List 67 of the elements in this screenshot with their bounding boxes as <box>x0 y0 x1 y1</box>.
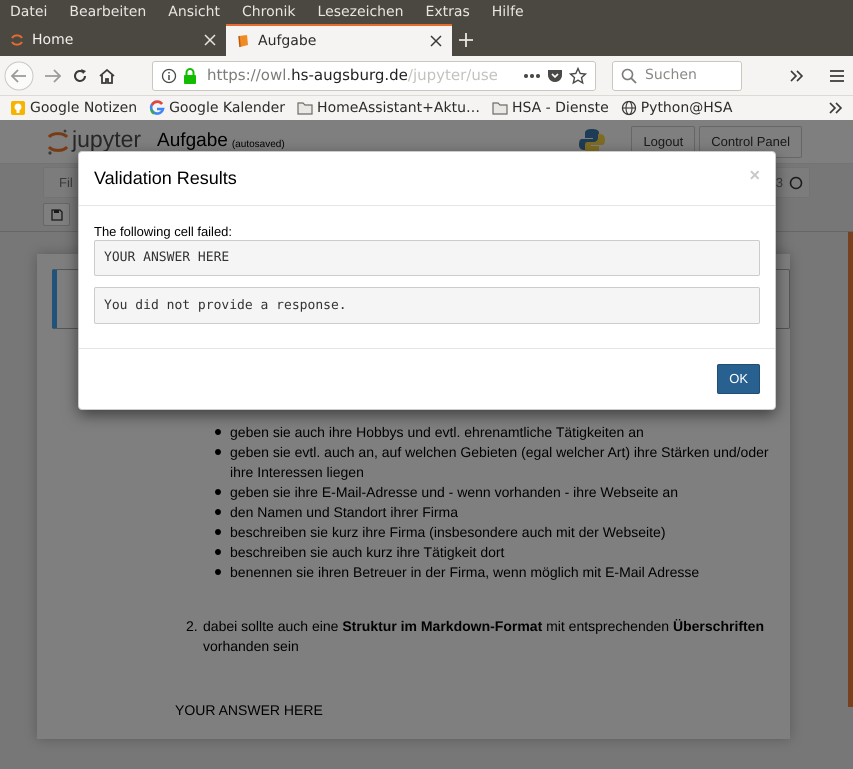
bookmark[interactable]: HomeAssistant+Aktu… <box>317 98 480 118</box>
tab-title: Aufgabe <box>258 32 318 50</box>
more-icon[interactable] <box>523 72 541 78</box>
list-item: beschreiben sie kurz ihre Firma (insbesondere auch mit der Webseite) <box>230 523 666 542</box>
book-icon <box>236 34 250 48</box>
list-item: geben sie ihre E-Mail-Adresse und - wenn vorhanden - ihre Webseite an <box>230 483 678 502</box>
menu-item[interactable]: Lesezeichen <box>318 2 404 22</box>
browser-tab[interactable]: Home <box>0 24 226 56</box>
answer-text: YOUR ANSWER HERE <box>175 701 324 720</box>
menu-icon[interactable] <box>830 70 844 82</box>
plus-icon[interactable] <box>458 32 474 48</box>
list-item: dabei sollte auch eine Struktur im Markdown-Format mit entsprechenden Überschriften vorhanden sein <box>203 617 766 656</box>
list-number: 2. <box>186 617 199 636</box>
shield-icon[interactable] <box>547 68 563 84</box>
bullet-icon <box>215 429 221 435</box>
bookmark[interactable]: HSA - Dienste <box>512 98 609 118</box>
lock-icon <box>183 68 197 84</box>
url-text: https://owl.hs-augsburg.de/jupyter/use <box>207 65 499 86</box>
chevrons-icon[interactable] <box>829 102 843 114</box>
tab-title: Home <box>32 30 74 50</box>
folder-icon <box>297 100 314 116</box>
bullet-icon <box>215 529 221 535</box>
bulb-icon <box>10 100 26 116</box>
kernel-status-icon <box>789 176 803 190</box>
list-item: geben sie auch ihre Hobbys und evtl. ehrenamtliche Tätigkeiten an <box>230 423 644 442</box>
browser-tab[interactable]: Aufgabe <box>226 24 452 56</box>
bullet-icon <box>215 549 221 555</box>
star-icon[interactable] <box>569 66 587 84</box>
list-item: den Namen und Standort ihrer Firma <box>230 503 458 522</box>
dialog-title: Validation Results <box>94 167 237 190</box>
menu-item[interactable]: Extras <box>426 2 470 22</box>
error-block: You did not provide a response. <box>94 287 760 324</box>
reload-icon[interactable] <box>72 68 88 84</box>
kernel-name: 3 <box>776 174 783 192</box>
save-status: (autosaved) <box>232 138 285 152</box>
save-button[interactable] <box>43 203 70 226</box>
list-item: benennen sie ihren Betreuer in der Firma, wenn möglich mit E-Mail Adresse <box>230 563 700 582</box>
address-bar[interactable]: https://owl.hs-augsburg.de/jupyter/use <box>152 60 596 90</box>
info-icon[interactable] <box>161 68 177 84</box>
search-icon <box>621 68 637 84</box>
bullet-icon <box>215 489 221 495</box>
google-icon <box>149 100 166 116</box>
menu-item[interactable]: Ansicht <box>168 2 220 22</box>
menu-item[interactable]: Chronik <box>242 2 296 22</box>
ring-icon <box>10 33 24 47</box>
folder-icon <box>492 100 508 116</box>
globe-icon <box>620 100 637 116</box>
menu-item[interactable]: Bearbeiten <box>69 2 146 22</box>
bullet-icon <box>215 509 221 515</box>
menu-item[interactable]: Datei <box>10 2 48 22</box>
bullet-icon <box>215 449 221 455</box>
menu-item[interactable]: Hilfe <box>492 2 524 22</box>
bullet-icon <box>215 569 221 575</box>
ok-button[interactable]: OK <box>717 364 760 394</box>
list-item: beschreiben sie auch kurz ihre Tätigkeit dort <box>230 543 504 562</box>
chevrons-icon[interactable] <box>790 70 804 82</box>
search-field[interactable]: Suchen <box>612 60 742 90</box>
scrollbar-thumb[interactable] <box>848 232 853 707</box>
dialog-message: The following cell failed: <box>94 224 234 240</box>
home-icon[interactable] <box>98 68 116 84</box>
back-icon[interactable] <box>4 60 34 90</box>
bookmark[interactable]: Python@HSA <box>640 98 732 118</box>
forward-icon[interactable] <box>44 68 62 82</box>
close-icon[interactable] <box>430 35 442 47</box>
bookmark[interactable]: Google Kalender <box>169 98 286 118</box>
bookmark[interactable]: Google Notizen <box>30 98 138 118</box>
code-block: YOUR ANSWER HERE <box>94 240 760 276</box>
